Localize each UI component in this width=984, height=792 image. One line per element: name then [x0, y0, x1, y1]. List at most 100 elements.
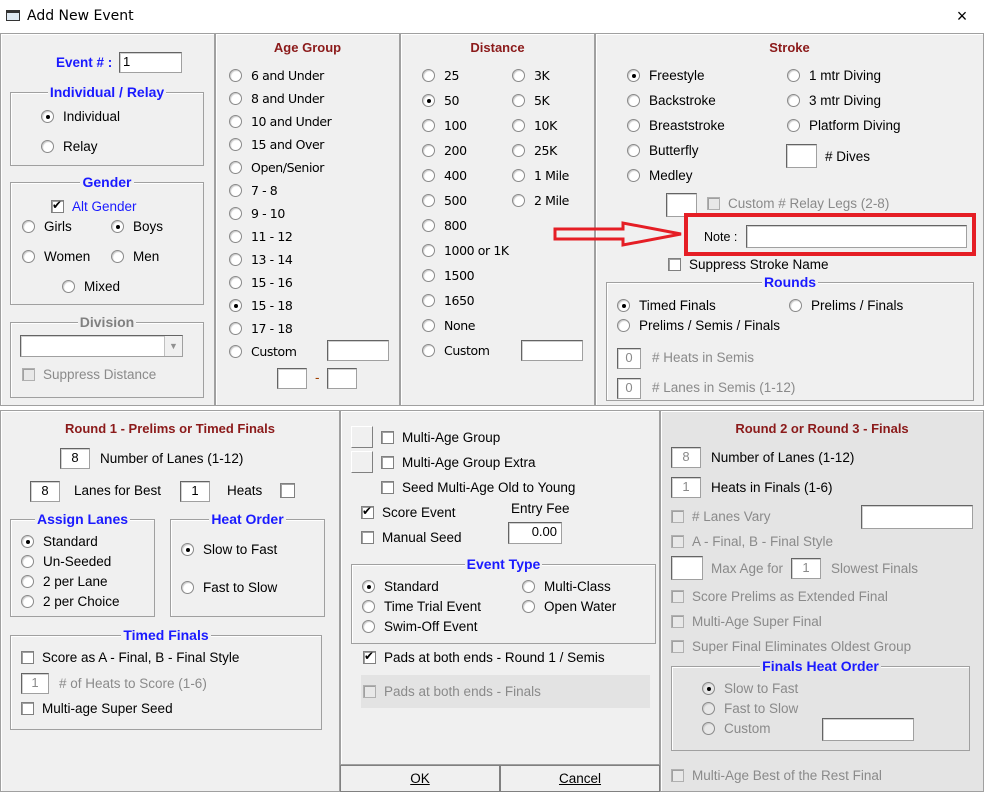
radio-stroke-breaststroke-circle[interactable]: [627, 119, 640, 132]
radio-open-water-circle[interactable]: [522, 600, 535, 613]
radio-prelims-finals[interactable]: Prelims / Finals: [789, 298, 903, 313]
radio-stroke-breaststroke[interactable]: Breaststroke: [627, 118, 725, 133]
radio-stroke-1-mtr-diving-circle[interactable]: [787, 69, 800, 82]
super-final-check[interactable]: [671, 615, 684, 628]
radio-dist-50-circle[interactable]: [422, 94, 435, 107]
score-event-check[interactable]: [361, 504, 374, 519]
radio-age-11-12-circle[interactable]: [229, 230, 242, 243]
multi-age-extra-button[interactable]: [351, 451, 373, 473]
finals-custom-input[interactable]: [822, 718, 914, 741]
super-final-checkbox[interactable]: Multi-Age Super Final: [671, 614, 822, 629]
radio-age-15-16-circle[interactable]: [229, 276, 242, 289]
alt-gender-checkbox[interactable]: Alt Gender: [51, 198, 137, 214]
max-age-input[interactable]: [671, 556, 703, 580]
manual-seed-checkbox[interactable]: Manual Seed: [361, 530, 462, 545]
radio-stroke-butterfly[interactable]: Butterfly: [627, 143, 699, 158]
custom-relay-legs-check[interactable]: [707, 197, 720, 210]
radio-age-13-14-circle[interactable]: [229, 253, 242, 266]
pads-round1-check[interactable]: [363, 649, 376, 664]
radio-finals-slow-fast-circle[interactable]: [702, 682, 715, 695]
radio-stroke-freestyle[interactable]: Freestyle: [627, 68, 705, 83]
event-number-input[interactable]: 1: [119, 52, 182, 73]
radio-age-15-18[interactable]: 15 - 18: [229, 298, 293, 313]
radio-age-17-18[interactable]: 17 - 18: [229, 321, 293, 336]
radio-slow-to-fast[interactable]: Slow to Fast: [181, 542, 277, 557]
radio-men-circle[interactable]: [111, 250, 124, 263]
radio-age-15-18-circle[interactable]: [229, 299, 242, 312]
radio-time-trial[interactable]: Time Trial Event: [362, 599, 481, 614]
radio-dist-400-circle[interactable]: [422, 169, 435, 182]
radio-dist-1650[interactable]: 1650: [422, 293, 475, 308]
close-button[interactable]: ×: [948, 4, 976, 28]
radio-multi-class[interactable]: Multi-Class: [522, 579, 611, 594]
lanes-vary-check[interactable]: [671, 510, 684, 523]
alt-gender-check[interactable]: [51, 198, 64, 213]
radio-time-trial-circle[interactable]: [362, 600, 375, 613]
radio-dist-800-circle[interactable]: [422, 219, 435, 232]
radio-dist-none-circle[interactable]: [422, 319, 435, 332]
radio-dist-1-mile[interactable]: 1 Mile: [512, 168, 569, 183]
lanes-best-input[interactable]: 8: [30, 481, 60, 502]
radio-age-7-8[interactable]: 7 - 8: [229, 183, 278, 198]
super-final-elim-checkbox[interactable]: Super Final Eliminates Oldest Group: [671, 639, 911, 654]
score-ab-check[interactable]: [21, 651, 34, 664]
radio-relay[interactable]: Relay: [41, 139, 98, 154]
radio-timed-finals[interactable]: Timed Finals: [617, 298, 716, 313]
radio-stroke-medley-circle[interactable]: [627, 169, 640, 182]
super-seed-checkbox[interactable]: Multi-age Super Seed: [21, 701, 173, 716]
radio-dist-50[interactable]: 50: [422, 93, 460, 108]
radio-dist-2-mile-circle[interactable]: [512, 194, 525, 207]
radio-dist-5k-circle[interactable]: [512, 94, 525, 107]
radio-standard-circle[interactable]: [362, 580, 375, 593]
radio-finals-custom-circle[interactable]: [702, 722, 715, 735]
radio-assign-2-per-lane[interactable]: 2 per Lane: [21, 574, 108, 589]
radio-age-8-and-under-circle[interactable]: [229, 92, 242, 105]
radio-timed-finals-circle[interactable]: [617, 299, 630, 312]
radio-stroke-platform-diving-circle[interactable]: [787, 119, 800, 132]
radio-fast-to-slow-circle[interactable]: [181, 581, 194, 594]
radio-men[interactable]: Men: [111, 249, 159, 264]
radio-age-11-12[interactable]: 11 - 12: [229, 229, 293, 244]
radio-assign-2-per-choice-circle[interactable]: [21, 595, 34, 608]
radio-girls[interactable]: Girls: [22, 219, 72, 234]
radio-dist-1000-or-1k-circle[interactable]: [422, 244, 435, 257]
multi-age-group-button[interactable]: [351, 426, 373, 448]
radio-stroke-3-mtr-diving[interactable]: 3 mtr Diving: [787, 93, 881, 108]
radio-dist-2-mile[interactable]: 2 Mile: [512, 193, 569, 208]
radio-dist-5k[interactable]: 5K: [512, 93, 550, 108]
radio-mixed[interactable]: Mixed: [62, 279, 120, 294]
radio-dist-400[interactable]: 400: [422, 168, 467, 183]
radio-age-open-senior[interactable]: Open/Senior: [229, 160, 324, 175]
radio-assign-standard[interactable]: Standard: [21, 534, 98, 549]
heats-checkbox[interactable]: [280, 483, 295, 498]
radio-women[interactable]: Women: [22, 249, 90, 264]
ok-button[interactable]: OK: [340, 765, 500, 792]
round2-lanes-input[interactable]: 8: [671, 447, 701, 468]
radio-stroke-3-mtr-diving-circle[interactable]: [787, 94, 800, 107]
radio-dist-100[interactable]: 100: [422, 118, 467, 133]
radio-mixed-circle[interactable]: [62, 280, 75, 293]
distance-custom-input[interactable]: [521, 340, 583, 361]
lanes-vary-checkbox[interactable]: # Lanes Vary: [671, 509, 771, 524]
radio-age-6-and-under[interactable]: 6 and Under: [229, 68, 324, 83]
score-prelims-checkbox[interactable]: Score Prelims as Extended Final: [671, 589, 888, 604]
ab-style-checkbox[interactable]: A - Final, B - Final Style: [671, 534, 833, 549]
radio-assign-un-seeded-circle[interactable]: [21, 555, 34, 568]
radio-stroke-backstroke-circle[interactable]: [627, 94, 640, 107]
multi-age-extra-check[interactable]: [381, 456, 394, 469]
radio-individual[interactable]: Individual: [41, 109, 120, 124]
radio-dist-200[interactable]: 200: [422, 143, 467, 158]
radio-swim-off[interactable]: Swim-Off Event: [362, 619, 478, 634]
pads-round1-checkbox[interactable]: Pads at both ends - Round 1 / Semis: [363, 649, 605, 665]
radio-age-9-10-circle[interactable]: [229, 207, 242, 220]
radio-slow-to-fast-circle[interactable]: [181, 543, 194, 556]
radio-age-17-18-circle[interactable]: [229, 322, 242, 335]
lanes-semis-input[interactable]: 0: [617, 378, 641, 399]
radio-dist-custom-circle[interactable]: [422, 344, 435, 357]
age-custom-input[interactable]: [327, 340, 389, 361]
best-rest-checkbox[interactable]: Multi-Age Best of the Rest Final: [671, 768, 882, 783]
super-seed-check[interactable]: [21, 702, 34, 715]
radio-finals-custom[interactable]: Custom: [702, 721, 771, 736]
custom-relay-legs-checkbox[interactable]: Custom # Relay Legs (2-8): [707, 196, 889, 211]
radio-stroke-platform-diving[interactable]: Platform Diving: [787, 118, 901, 133]
